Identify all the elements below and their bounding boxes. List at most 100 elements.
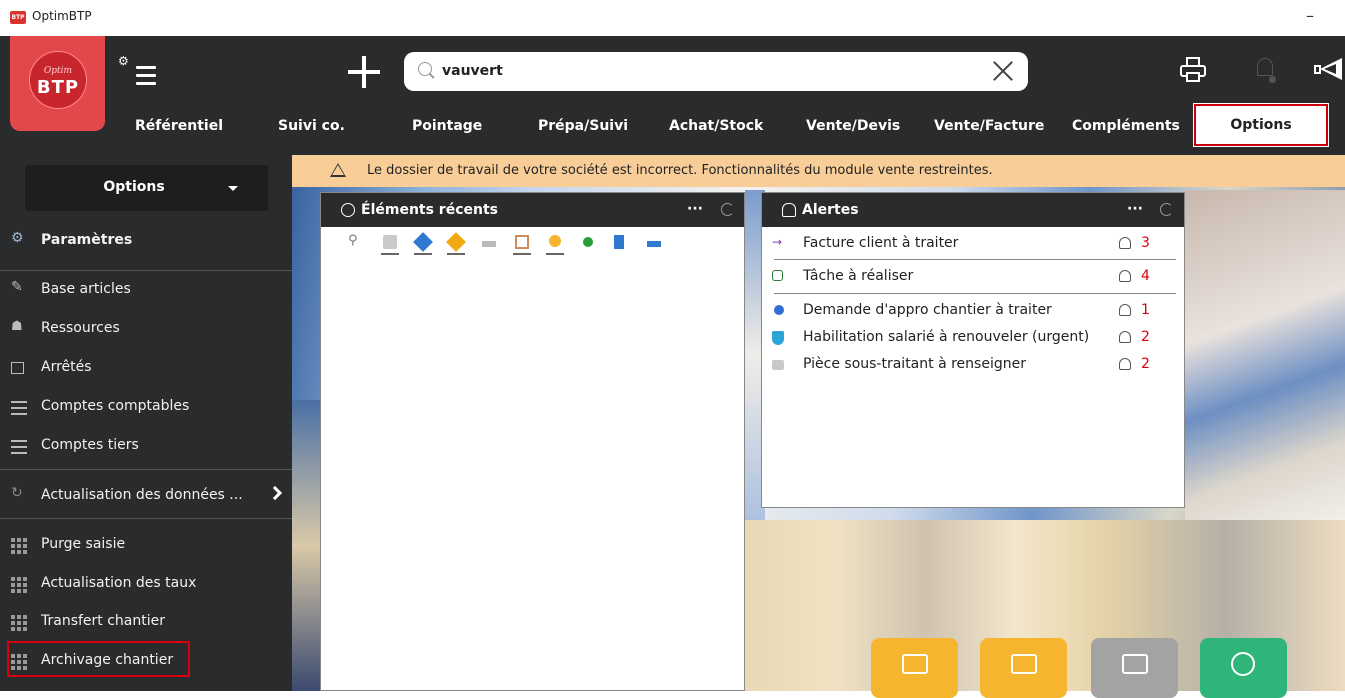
shield-icon <box>772 331 784 345</box>
recent-items-title: Éléments récents <box>361 202 498 218</box>
history-icon <box>341 203 355 217</box>
sidebar-item-base-articles[interactable]: ✎ Base articles <box>0 274 292 306</box>
minimize-button[interactable]: – <box>1295 4 1325 28</box>
print-icon[interactable] <box>1180 57 1206 83</box>
pencil-icon: ✎ <box>11 279 23 295</box>
alert-text: Habilitation salarié à renouveler (urgen… <box>803 329 1090 345</box>
alert-row[interactable]: Habilitation salarié à renouveler (urgen… <box>762 325 1186 351</box>
sidebar-item-comptes-tiers[interactable]: Comptes tiers <box>0 430 292 462</box>
sidebar-item-actualisation-taux[interactable]: Actualisation des taux <box>0 568 292 600</box>
alert-count: 2 <box>1141 329 1150 345</box>
megaphone-icon[interactable] <box>1312 58 1342 84</box>
blue-dot-icon <box>774 305 784 315</box>
module-dropdown-label: Options <box>103 179 165 195</box>
recent-items-header: Éléments récents ··· <box>321 193 744 227</box>
document-chart-icon[interactable] <box>512 233 532 257</box>
bell-icon <box>782 203 796 217</box>
search-icon <box>418 62 432 76</box>
caret-down-icon <box>228 186 238 191</box>
edit-document-icon[interactable] <box>611 233 631 257</box>
sidebar-item-label: Ressources <box>41 320 120 336</box>
window-titlebar: BTP OptimBTP – <box>0 0 1345 36</box>
sidebar-item-label: Paramètres <box>41 232 133 248</box>
nav-complements[interactable]: Compléments <box>1072 118 1180 134</box>
notifications-bell-icon[interactable] <box>1253 56 1277 84</box>
warning-banner: Le dossier de travail de votre société e… <box>292 155 1345 187</box>
form-icon <box>1122 654 1148 674</box>
logo-badge: Optim BTP <box>29 51 87 109</box>
folder-icon <box>902 654 928 674</box>
nav-options[interactable]: Options <box>1193 103 1329 147</box>
users-icon: ☗ <box>11 319 23 334</box>
nav-pointage[interactable]: Pointage <box>412 118 482 134</box>
alert-row[interactable]: Demande d'appro chantier à traiter 1 <box>762 298 1186 324</box>
nav-vente-devis[interactable]: Vente/Devis <box>806 118 900 134</box>
chevron-right-icon <box>267 485 283 501</box>
blue-diamond-icon[interactable] <box>413 232 433 257</box>
alert-row[interactable]: Tâche à réaliser 4 <box>762 264 1186 290</box>
alert-text: Facture client à traiter <box>803 235 959 251</box>
sidebar-item-label: Transfert chantier <box>41 613 166 629</box>
sidebar-item-label: Purge saisie <box>41 536 126 552</box>
grid-icon <box>11 615 27 631</box>
green-dot-icon[interactable] <box>578 233 598 257</box>
sidebar-item-parametres[interactable]: ⚙ Paramètres <box>0 225 292 257</box>
houses-icon[interactable] <box>380 233 400 257</box>
nav-prepa-suivi[interactable]: Prépa/Suivi <box>538 118 628 134</box>
alert-text: Tâche à réaliser <box>803 268 914 284</box>
sidebar-item-ressources[interactable]: ☗ Ressources <box>0 313 292 345</box>
refresh-icon[interactable] <box>1160 203 1173 216</box>
more-options-icon[interactable]: ··· <box>687 201 703 217</box>
logo-text-optim: Optim <box>43 66 73 76</box>
module-dropdown[interactable]: Options <box>25 165 268 211</box>
settings-menu-button[interactable]: ⚙ <box>118 54 160 88</box>
sidebar-item-comptes-comptables[interactable]: Comptes comptables <box>0 391 292 423</box>
warning-icon <box>330 163 346 177</box>
sidebar-item-label: Base articles <box>41 281 131 297</box>
logo-text-btp: BTP <box>36 77 80 98</box>
grid-icon <box>11 538 27 554</box>
sidebar-item-label: Comptes tiers <box>41 437 139 453</box>
pin-icon[interactable]: ⚲ <box>346 233 366 257</box>
search-input[interactable] <box>440 58 980 84</box>
grid-icon <box>11 577 27 593</box>
refresh-icon[interactable] <box>721 203 734 216</box>
task-icon <box>772 270 783 281</box>
more-options-icon[interactable]: ··· <box>1127 201 1143 217</box>
houses-icon <box>772 360 784 370</box>
sun-icon[interactable] <box>545 233 565 257</box>
sidebar-item-actualisation-donnees[interactable]: ↻ Actualisation des données ... <box>0 480 292 512</box>
nav-suivi-co[interactable]: Suivi co. <box>278 118 345 134</box>
hamburger-icon <box>136 66 156 90</box>
alert-row[interactable]: → Facture client à traiter 3 <box>762 231 1186 257</box>
sidebar-item-label: Arrêtés <box>41 359 92 375</box>
sidebar-item-transfert-chantier[interactable]: Transfert chantier <box>0 606 292 638</box>
folder-tile[interactable] <box>871 638 958 698</box>
alert-count: 4 <box>1141 268 1150 284</box>
refresh-icon: ↻ <box>11 485 23 501</box>
sidebar-item-purge-saisie[interactable]: Purge saisie <box>0 529 292 561</box>
chart-tile[interactable] <box>1200 638 1287 698</box>
sidebar-item-arretes[interactable]: Arrêtés <box>0 352 292 384</box>
nav-referentiel[interactable]: Référentiel <box>135 118 223 134</box>
form-tile[interactable] <box>1091 638 1178 698</box>
bell-icon <box>1119 331 1131 343</box>
alert-text: Pièce sous-traitant à renseigner <box>803 356 1026 372</box>
add-button[interactable] <box>348 56 380 88</box>
alert-count: 2 <box>1141 356 1150 372</box>
warning-text: Le dossier de travail de votre société e… <box>367 163 993 178</box>
clear-search-icon[interactable] <box>992 60 1014 82</box>
alert-row[interactable]: Pièce sous-traitant à renseigner 2 <box>762 352 1186 378</box>
sidebar-item-label: Comptes comptables <box>41 398 190 414</box>
bell-icon <box>1119 237 1131 249</box>
folder-tile[interactable] <box>980 638 1067 698</box>
blue-factory-icon[interactable] <box>644 233 664 257</box>
nav-vente-facture[interactable]: Vente/Facture <box>934 118 1044 134</box>
calendar-icon <box>11 362 24 374</box>
alerts-title: Alertes <box>802 202 859 218</box>
orange-diamond-icon[interactable] <box>446 232 466 257</box>
background-photo-detail <box>292 400 322 691</box>
nav-achat-stock[interactable]: Achat/Stock <box>669 118 763 134</box>
sidebar-item-label: Actualisation des données ... <box>41 487 243 503</box>
factory-icon[interactable] <box>479 233 499 257</box>
